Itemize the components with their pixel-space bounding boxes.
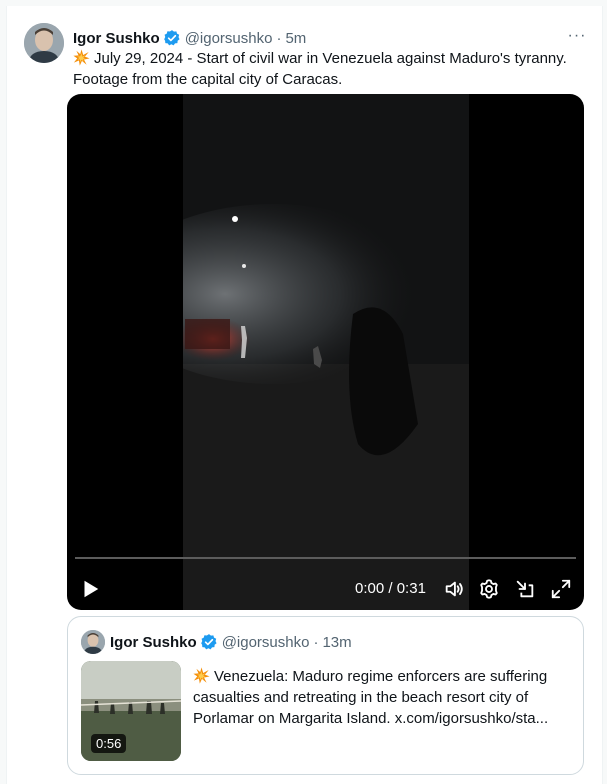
- quoted-text: Venezuela: Maduro regime enforcers are s…: [193, 668, 549, 727]
- quoted-tweet[interactable]: Igor Sushko @igorsushko · 13m 0:56 Venez…: [67, 616, 584, 775]
- quoted-video-duration: 0:56: [91, 734, 127, 753]
- more-options-icon[interactable]: ···: [566, 26, 588, 46]
- tweet-header: Igor Sushko @igorsushko · 5m: [73, 28, 306, 48]
- video-frame: [113, 94, 469, 610]
- header-separator: ·: [276, 29, 282, 47]
- total-duration: 0:31: [396, 580, 426, 597]
- volume-icon[interactable]: [443, 578, 465, 600]
- author-avatar[interactable]: [24, 23, 64, 63]
- verified-badge-icon: [163, 30, 180, 46]
- tweet-time[interactable]: 5m: [285, 30, 306, 47]
- play-icon[interactable]: [79, 578, 101, 600]
- author-handle[interactable]: @igorsushko: [185, 30, 273, 47]
- fullscreen-icon[interactable]: [550, 578, 572, 600]
- verified-badge-icon: [200, 634, 217, 650]
- video-progress-bar[interactable]: [75, 557, 576, 559]
- quoted-author-name: Igor Sushko: [110, 633, 197, 651]
- quoted-text-block: Venezuela: Maduro regime enforcers are s…: [193, 666, 568, 729]
- quoted-separator: ·: [313, 633, 319, 651]
- video-time: 0:00 / 0:31: [355, 578, 426, 600]
- quoted-header: Igor Sushko @igorsushko · 13m: [110, 632, 352, 652]
- tweet-card[interactable]: Igor Sushko @igorsushko · 5m ··· July 29…: [6, 6, 603, 784]
- quoted-video-thumbnail[interactable]: 0:56: [81, 661, 181, 761]
- tweet-text: July 29, 2024 - Start of civil war in Ve…: [73, 50, 567, 88]
- time-separator: /: [384, 580, 397, 597]
- quoted-time: 13m: [322, 633, 352, 651]
- collision-icon: [73, 49, 90, 66]
- collision-icon: [193, 667, 210, 684]
- popout-icon[interactable]: [514, 578, 536, 600]
- settings-icon[interactable]: [478, 578, 500, 600]
- quoted-author-handle: @igorsushko: [221, 633, 310, 651]
- current-time: 0:00: [355, 580, 385, 597]
- video-player[interactable]: 0:00 / 0:31: [67, 94, 584, 610]
- tweet-text-block: July 29, 2024 - Start of civil war in Ve…: [73, 48, 593, 90]
- author-name[interactable]: Igor Sushko: [73, 30, 160, 47]
- quoted-author-avatar: [81, 630, 105, 654]
